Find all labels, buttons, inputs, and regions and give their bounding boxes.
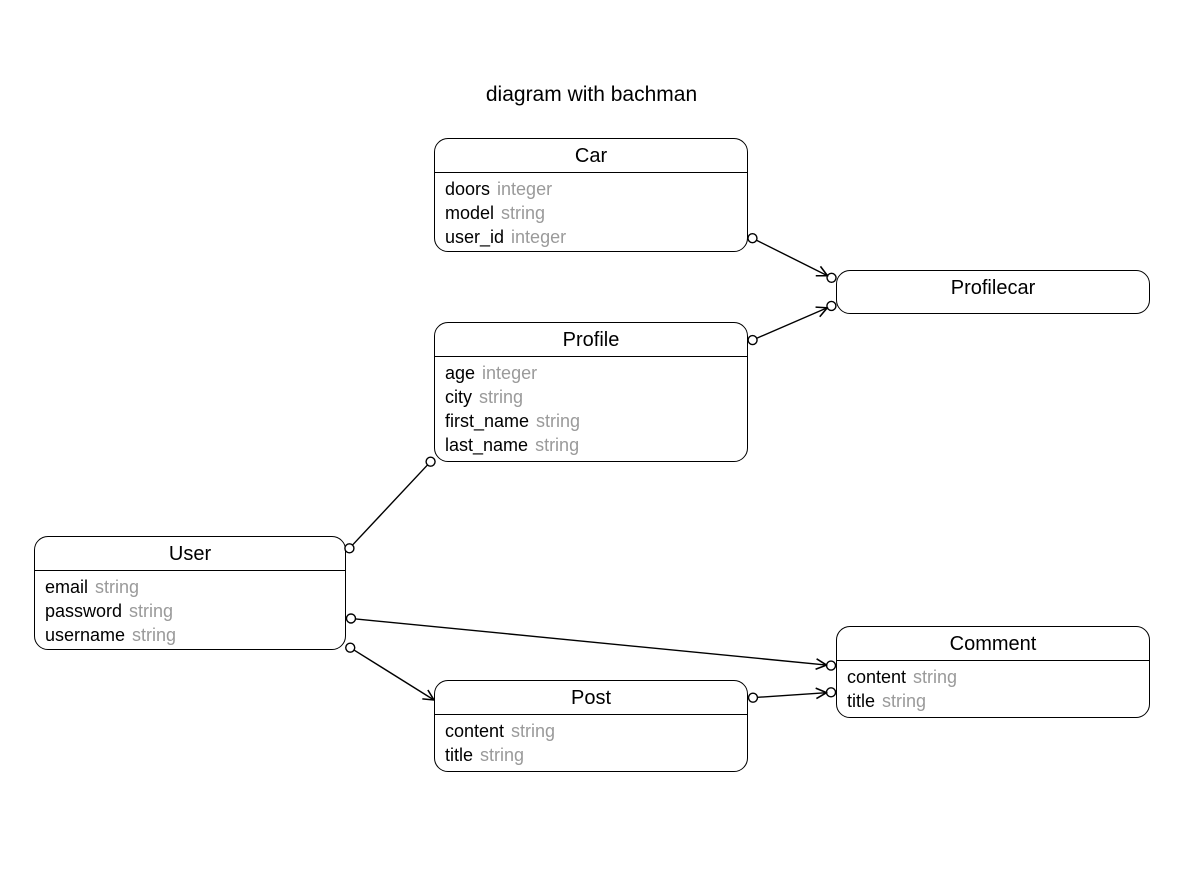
attr-post-title: title string xyxy=(445,743,737,767)
attr-user-email: email string xyxy=(45,575,335,599)
entity-profilecar-header: Profilecar xyxy=(837,271,1149,304)
attr-profile-first_name: first_name string xyxy=(445,409,737,433)
attr-car-model: model string xyxy=(445,201,737,225)
entity-user-body: email stringpassword stringusername stri… xyxy=(35,571,345,655)
attr-user-username: username string xyxy=(45,623,335,647)
attr-comment-title: title string xyxy=(847,689,1139,713)
entity-car: Car doors integermodel stringuser_id int… xyxy=(434,138,748,252)
entity-profile: Profile age integercity stringfirst_name… xyxy=(434,322,748,462)
attr-comment-content: content string xyxy=(847,665,1139,689)
entity-profile-body: age integercity stringfirst_name stringl… xyxy=(435,357,747,465)
entity-comment-header: Comment xyxy=(837,627,1149,661)
entity-post-header: Post xyxy=(435,681,747,715)
entity-car-body: doors integermodel stringuser_id integer xyxy=(435,173,747,257)
entity-post-body: content stringtitle string xyxy=(435,715,747,775)
attr-profile-last_name: last_name string xyxy=(445,433,737,457)
entity-user-header: User xyxy=(35,537,345,571)
entity-profilecar: Profilecar xyxy=(836,270,1150,314)
entity-car-header: Car xyxy=(435,139,747,173)
attr-user-password: password string xyxy=(45,599,335,623)
diagram-title: diagram with bachman xyxy=(0,83,1183,107)
attr-profile-age: age integer xyxy=(445,361,737,385)
attr-car-doors: doors integer xyxy=(445,177,737,201)
entity-user: User email stringpassword stringusername… xyxy=(34,536,346,650)
entity-comment: Comment content stringtitle string xyxy=(836,626,1150,718)
attr-car-user_id: user_id integer xyxy=(445,225,737,249)
entity-profile-header: Profile xyxy=(435,323,747,357)
attr-profile-city: city string xyxy=(445,385,737,409)
attr-post-content: content string xyxy=(445,719,737,743)
entity-post: Post content stringtitle string xyxy=(434,680,748,772)
entity-comment-body: content stringtitle string xyxy=(837,661,1149,721)
